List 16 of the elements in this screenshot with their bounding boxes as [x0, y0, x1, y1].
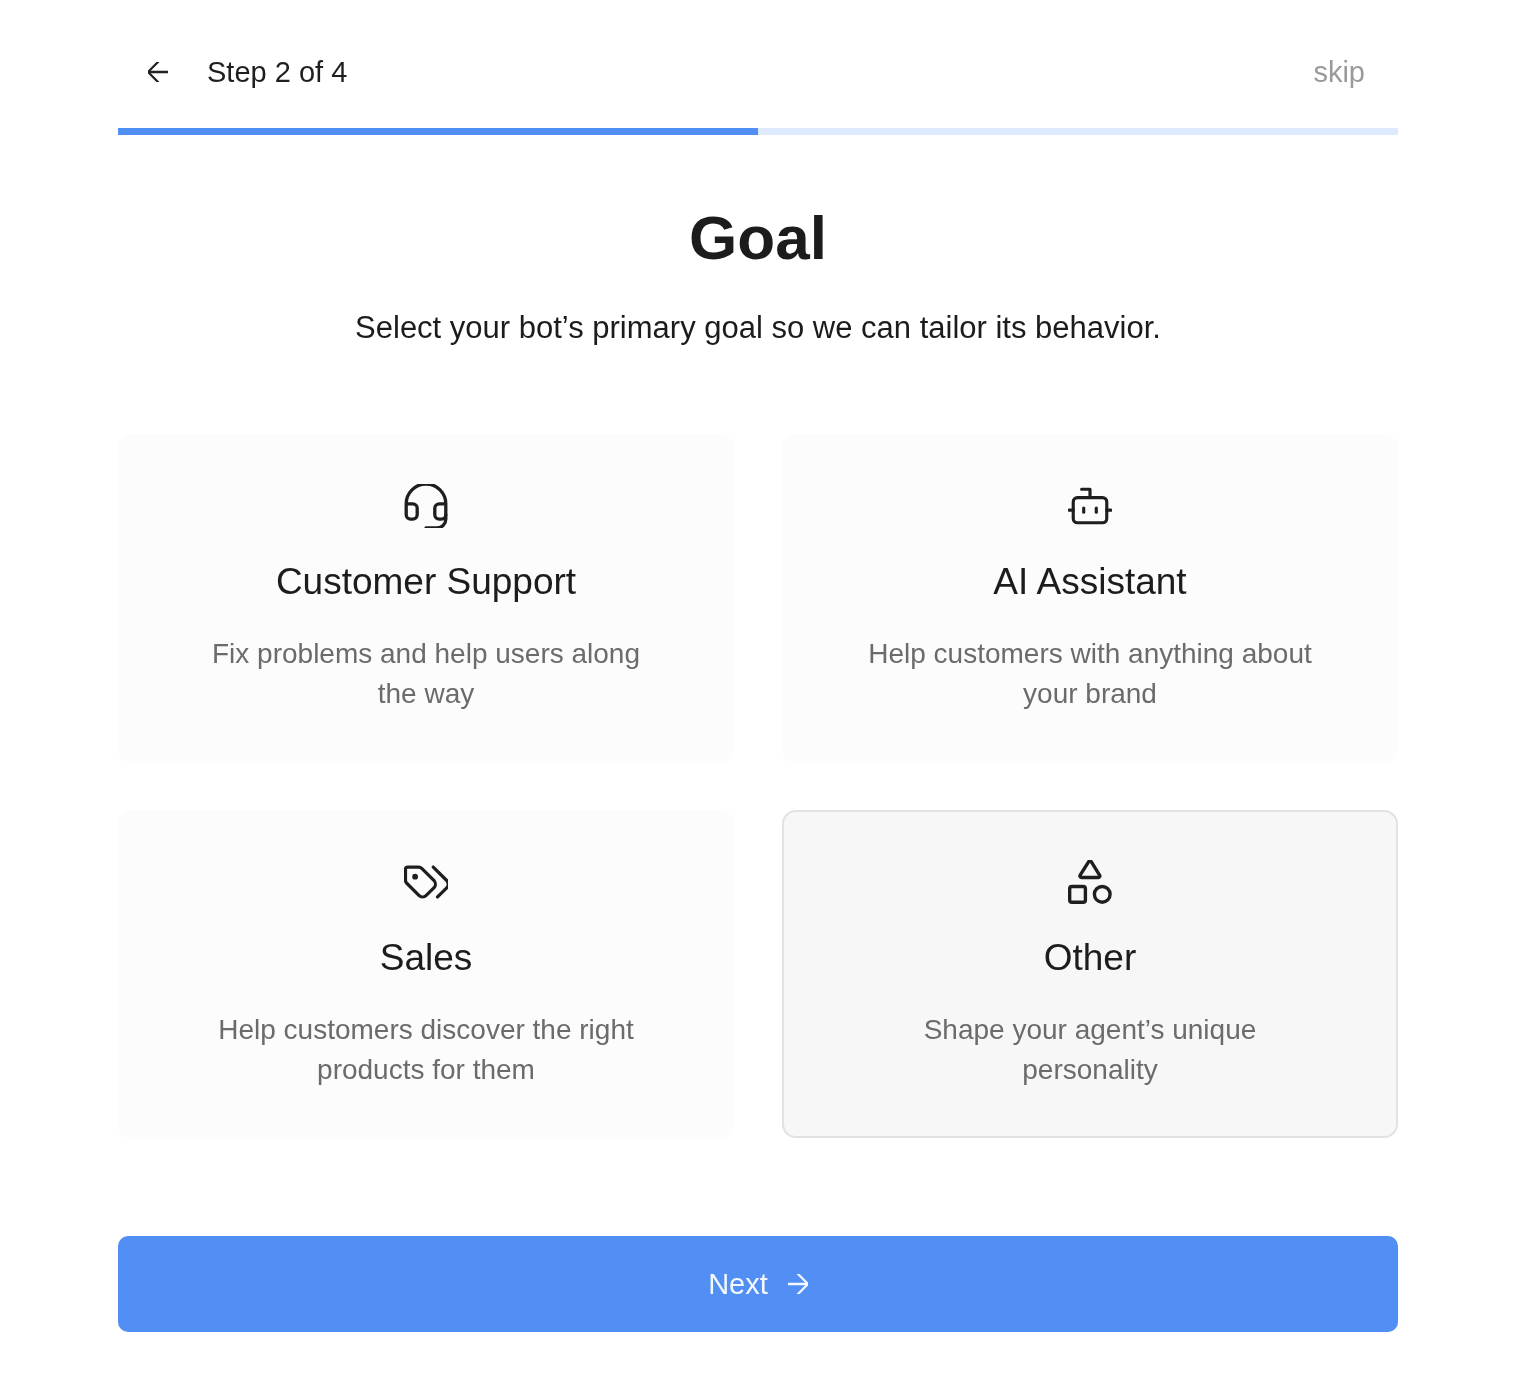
goal-option-card[interactable]: Other Shape your agent’s unique personality [782, 810, 1398, 1138]
arrow-right-icon [787, 1274, 808, 1294]
back-button[interactable] [148, 62, 168, 82]
headset-icon [404, 484, 448, 528]
option-description: Shape your agent’s unique personality [922, 1013, 1258, 1087]
option-title: Sales [379, 936, 473, 980]
shapes-icon [1068, 860, 1112, 904]
page-title: Goal [688, 202, 828, 274]
option-description: Fix problems and help users along the way [211, 637, 641, 711]
page-subtitle: Select your bot’s primary goal so we can tailor its behavior. [354, 309, 1162, 347]
option-title: AI Assistant [993, 560, 1187, 604]
option-description: Help customers discover the right products for them [217, 1013, 635, 1087]
option-description: Help customers with anything about your brand [867, 637, 1313, 711]
option-title: Other [1043, 936, 1137, 980]
step-label: Step 2 of 4 [207, 55, 348, 89]
option-title: Customer Support [275, 560, 577, 604]
